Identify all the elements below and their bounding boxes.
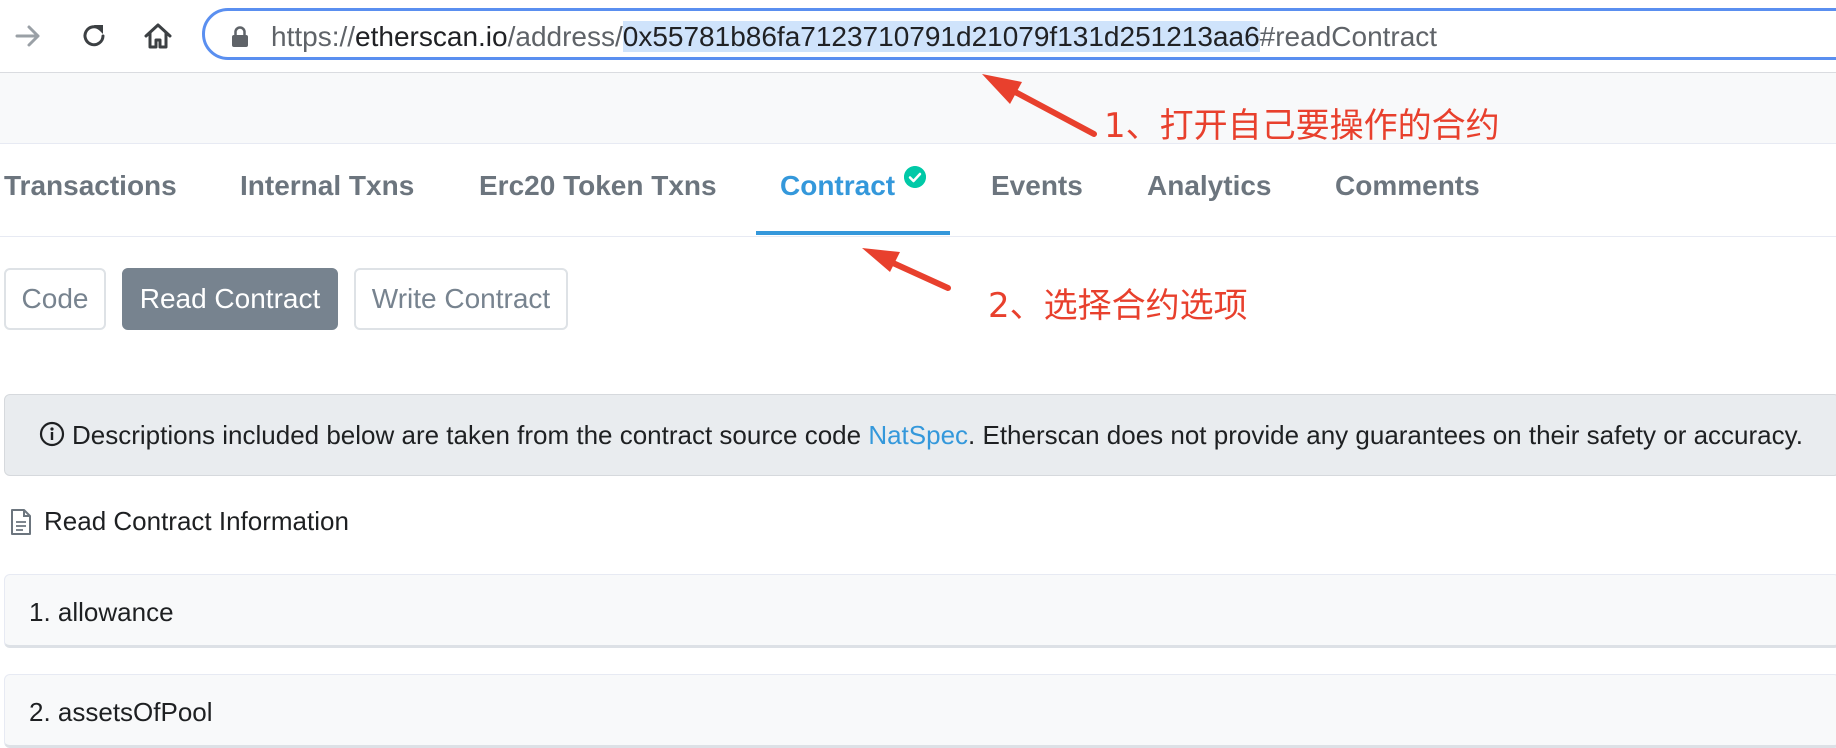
alert-text-before: Descriptions included below are taken fr… — [72, 420, 869, 450]
function-card-assets-of-pool[interactable]: 2. assetsOfPool — [4, 674, 1836, 748]
reload-button[interactable] — [76, 18, 112, 54]
tab-events[interactable]: Events — [991, 170, 1083, 202]
url-contract-address: 0x55781b86fa7123710791d21079f131d251213a… — [622, 21, 1260, 52]
annotation-step2: 2、选择合约选项 — [988, 286, 1248, 326]
write-contract-button[interactable]: Write Contract — [354, 268, 568, 330]
tab-internal-txns[interactable]: Internal Txns — [240, 170, 414, 202]
verified-check-icon — [904, 166, 926, 188]
active-tab-indicator — [756, 231, 950, 235]
read-contract-button[interactable]: Read Contract — [122, 268, 338, 330]
code-button[interactable]: Code — [4, 268, 106, 330]
tab-contract[interactable]: Contract — [780, 170, 895, 202]
contract-tabs: Transactions Internal Txns Erc20 Token T… — [0, 144, 1836, 237]
url-text[interactable]: https://etherscan.io/address/0x55781b86f… — [271, 21, 1437, 53]
tab-transactions[interactable]: Transactions — [4, 170, 177, 202]
function-label: 2. assetsOfPool — [29, 697, 213, 727]
tab-analytics[interactable]: Analytics — [1147, 170, 1272, 202]
home-icon — [144, 23, 172, 49]
url-fragment: #readContract — [1259, 21, 1438, 52]
url-path: /address/ — [507, 21, 623, 52]
function-label: 1. allowance — [29, 597, 174, 627]
section-title: Read Contract Information — [44, 506, 349, 536]
document-icon — [11, 509, 31, 535]
alert-text-after: . Etherscan does not provide any guarant… — [968, 420, 1803, 450]
reload-icon — [83, 25, 105, 47]
tab-erc20-token-txns[interactable]: Erc20 Token Txns — [479, 170, 717, 202]
info-icon — [39, 421, 65, 447]
annotation-step1: 1、打开自己要操作的合约 — [1104, 106, 1500, 146]
url-host: etherscan.io — [355, 21, 508, 52]
annotation-arrow-2 — [862, 248, 951, 291]
page-header-band — [0, 73, 1836, 144]
forward-button[interactable] — [10, 18, 46, 54]
address-bar[interactable]: https://etherscan.io/address/0x55781b86f… — [202, 8, 1836, 60]
arrow-right-icon — [15, 25, 40, 47]
tab-comments[interactable]: Comments — [1335, 170, 1480, 202]
lock-icon — [232, 26, 248, 47]
function-card-allowance[interactable]: 1. allowance — [4, 574, 1836, 648]
browser-toolbar: https://etherscan.io/address/0x55781b86f… — [0, 0, 1836, 73]
natspec-info-alert: Descriptions included below are taken fr… — [4, 394, 1836, 476]
home-button[interactable] — [140, 18, 176, 54]
natspec-link[interactable]: NatSpec — [868, 420, 968, 450]
url-scheme: https:// — [271, 21, 356, 52]
alert-message: Descriptions included below are taken fr… — [72, 420, 1803, 450]
